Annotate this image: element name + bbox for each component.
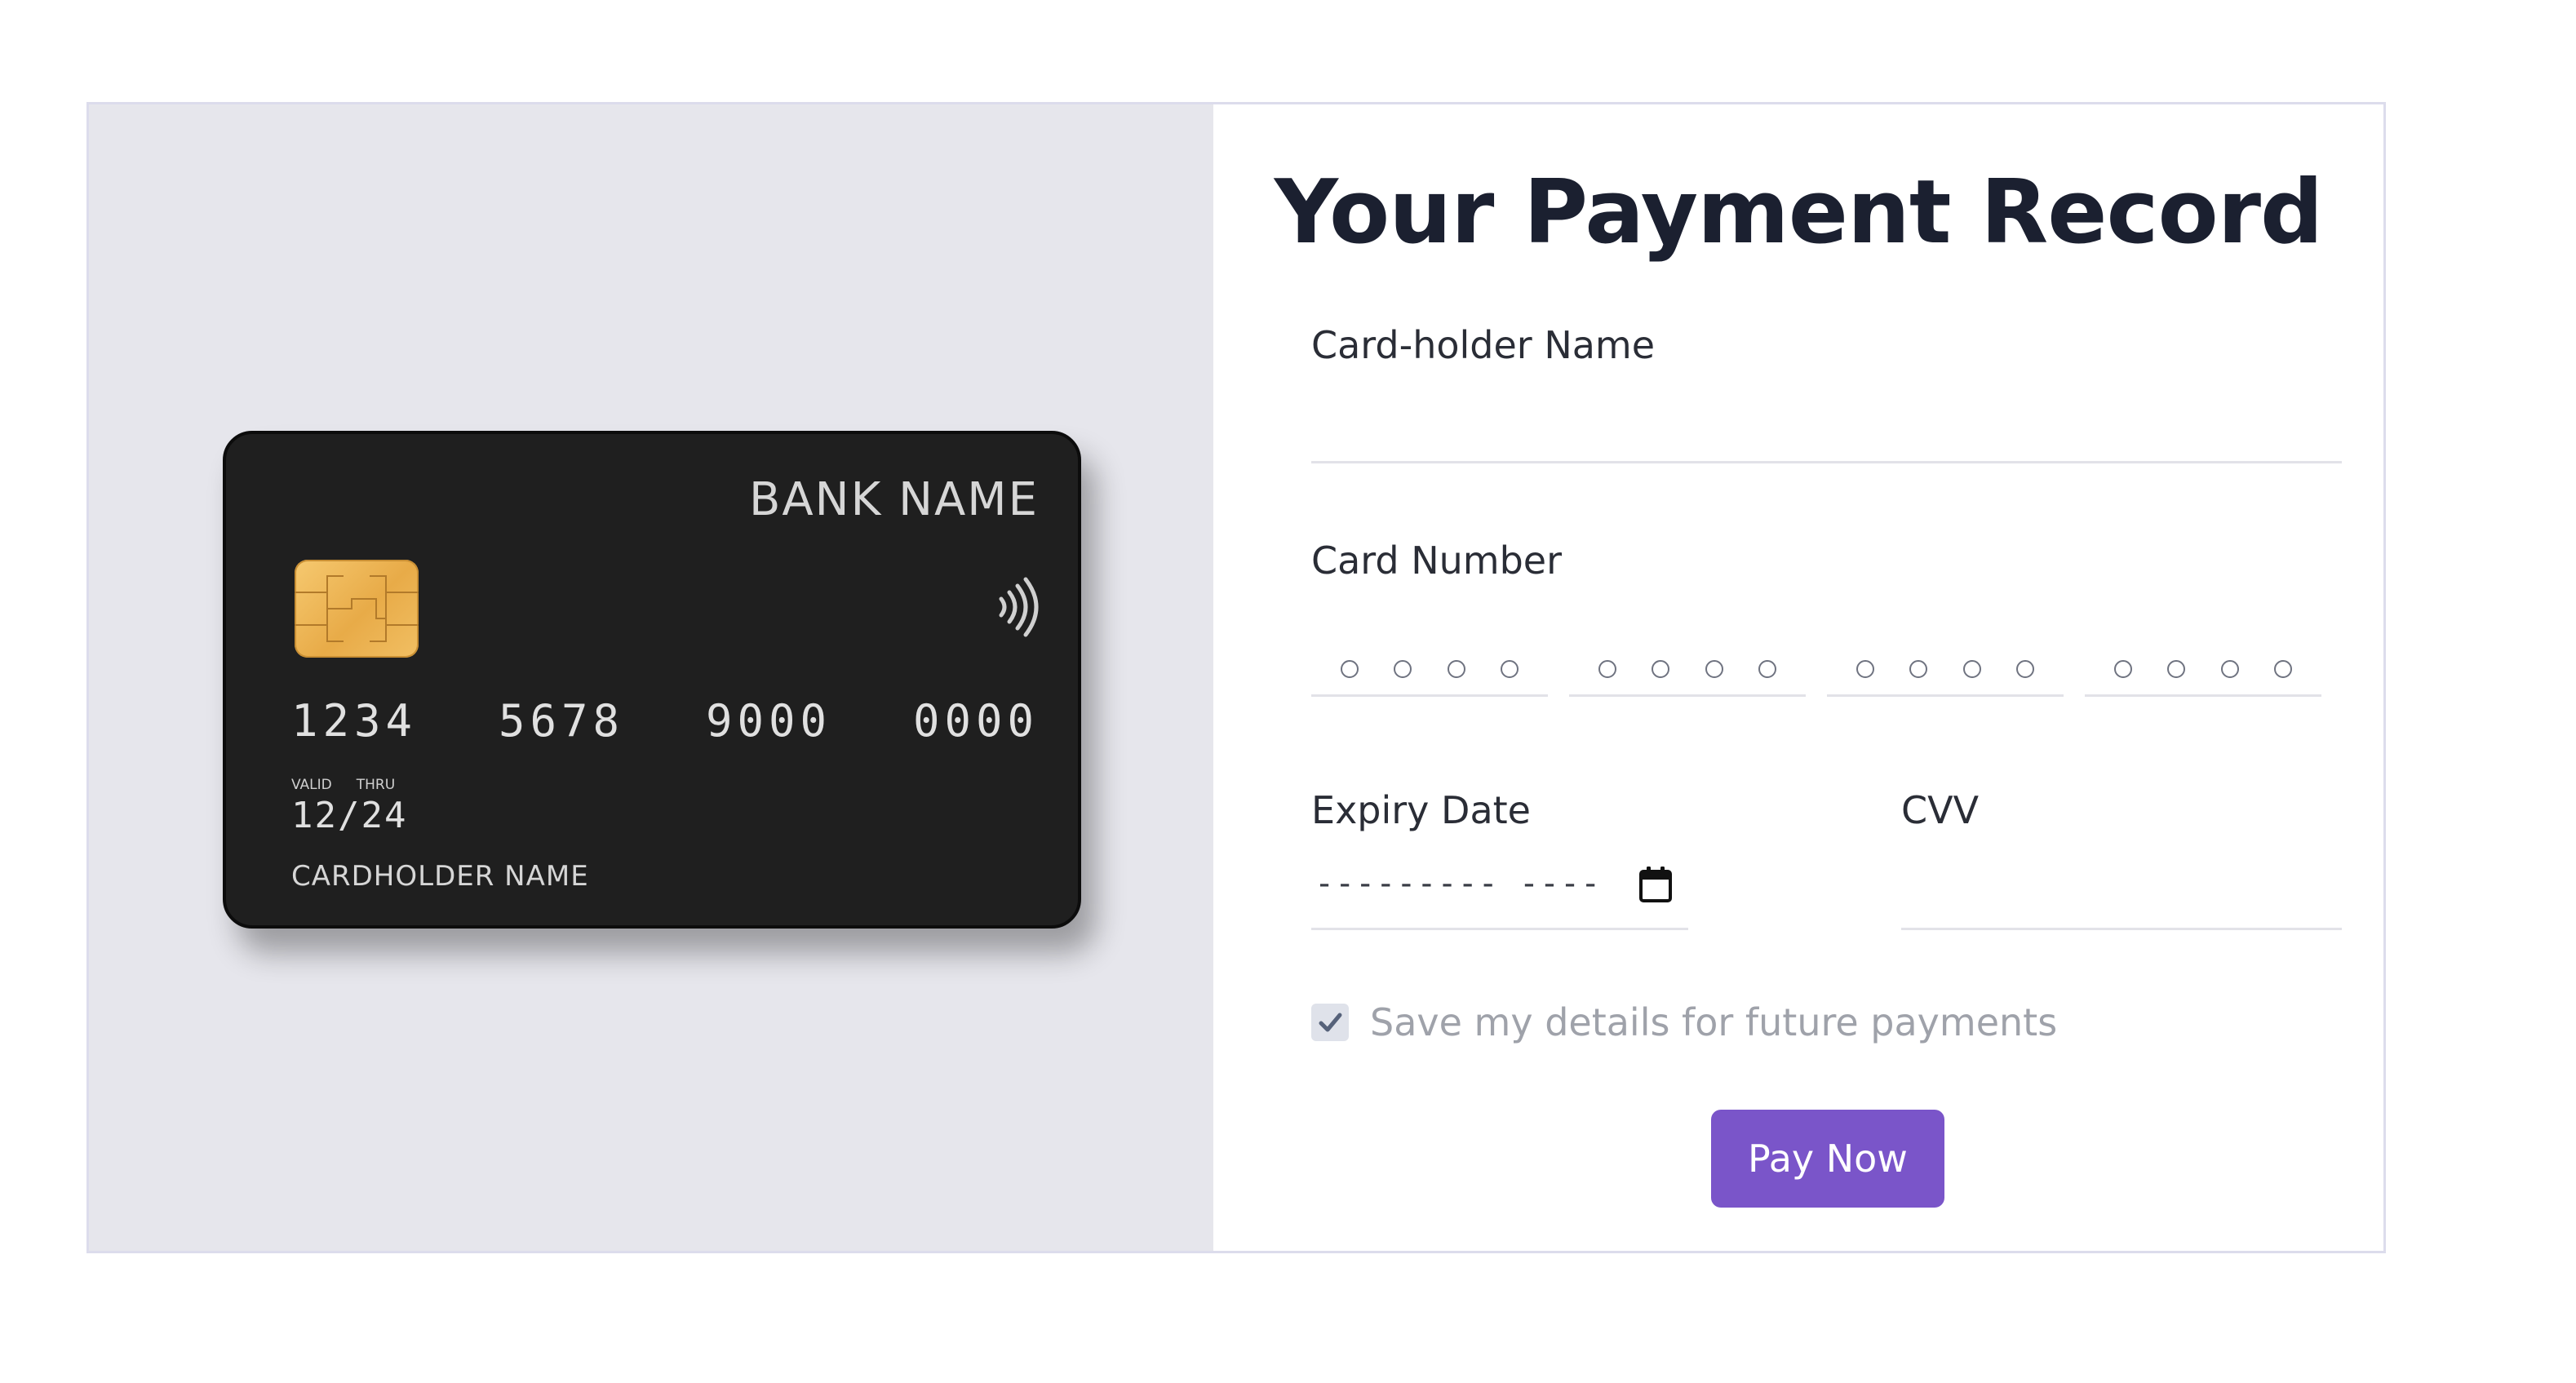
valid-thru-labels: VALID THRU: [291, 777, 395, 793]
card-number-group: 0000: [912, 695, 1039, 747]
expiry-date-placeholder: --------- ----: [1315, 865, 1602, 902]
cvv-label: CVV: [1901, 788, 1980, 832]
digit-placeholder-icon: [1856, 659, 1874, 678]
digit-placeholder-icon: [2220, 659, 2239, 678]
card-number-segment-4[interactable]: [2085, 643, 2321, 697]
digit-placeholder-icon: [1652, 659, 1670, 678]
card-number-display: 1234 5678 9000 0000: [291, 695, 1039, 747]
cardholder-name-input[interactable]: [1311, 414, 2342, 463]
card-number-label: Card Number: [1311, 539, 1563, 583]
payment-form-panel: Your Payment Record Card-holder Name Car…: [1213, 104, 2383, 1251]
expiry-date-label: Expiry Date: [1311, 788, 1531, 832]
digit-placeholder-icon: [1394, 659, 1412, 678]
card-holder-name: CARDHOLDER NAME: [291, 860, 589, 893]
card-number-group: 1234: [291, 695, 418, 747]
digit-placeholder-icon: [1962, 659, 1981, 678]
bank-name: BANK NAME: [748, 473, 1039, 526]
calendar-icon[interactable]: [1638, 865, 1674, 907]
credit-card: BANK NAME 1234 5678 9000 0000 VALID THRU…: [223, 431, 1081, 929]
payment-frame: BANK NAME 1234 5678 9000 0000 VALID THRU…: [86, 102, 2386, 1253]
valid-label: VALID: [291, 777, 332, 793]
contactless-icon: [996, 574, 1039, 643]
digit-placeholder-icon: [2167, 659, 2186, 678]
card-number-group: 5678: [498, 695, 625, 747]
digit-placeholder-icon: [1705, 659, 1723, 678]
digit-placeholder-icon: [2274, 659, 2293, 678]
card-number-segment-3[interactable]: [1827, 643, 2064, 697]
digit-placeholder-icon: [2113, 659, 2132, 678]
card-number-group: 9000: [705, 695, 832, 747]
save-details-checkbox[interactable]: [1311, 1004, 1349, 1041]
cardholder-name-label: Card-holder Name: [1311, 323, 1656, 367]
expiry-date-input[interactable]: --------- ----: [1311, 855, 1688, 930]
pay-now-button[interactable]: Pay Now: [1711, 1110, 1944, 1208]
card-preview-panel: BANK NAME 1234 5678 9000 0000 VALID THRU…: [89, 104, 1213, 1251]
digit-placeholder-icon: [2016, 659, 2035, 678]
digit-placeholder-icon: [1909, 659, 1928, 678]
digit-placeholder-icon: [1758, 659, 1777, 678]
card-number-segment-2[interactable]: [1569, 643, 1806, 697]
cvv-input[interactable]: [1901, 855, 2342, 930]
card-expiry: 12/24: [291, 795, 408, 836]
save-details-row[interactable]: Save my details for future payments: [1311, 1000, 2057, 1044]
thru-label: THRU: [356, 777, 396, 793]
digit-placeholder-icon: [1340, 659, 1359, 678]
save-details-label: Save my details for future payments: [1370, 1000, 2058, 1044]
digit-placeholder-icon: [1501, 659, 1519, 678]
digit-placeholder-icon: [1447, 659, 1465, 678]
page-title: Your Payment Record: [1274, 162, 2324, 264]
card-number-segment-1[interactable]: [1311, 643, 1548, 697]
digit-placeholder-icon: [1598, 659, 1616, 678]
chip-icon: [295, 560, 419, 658]
